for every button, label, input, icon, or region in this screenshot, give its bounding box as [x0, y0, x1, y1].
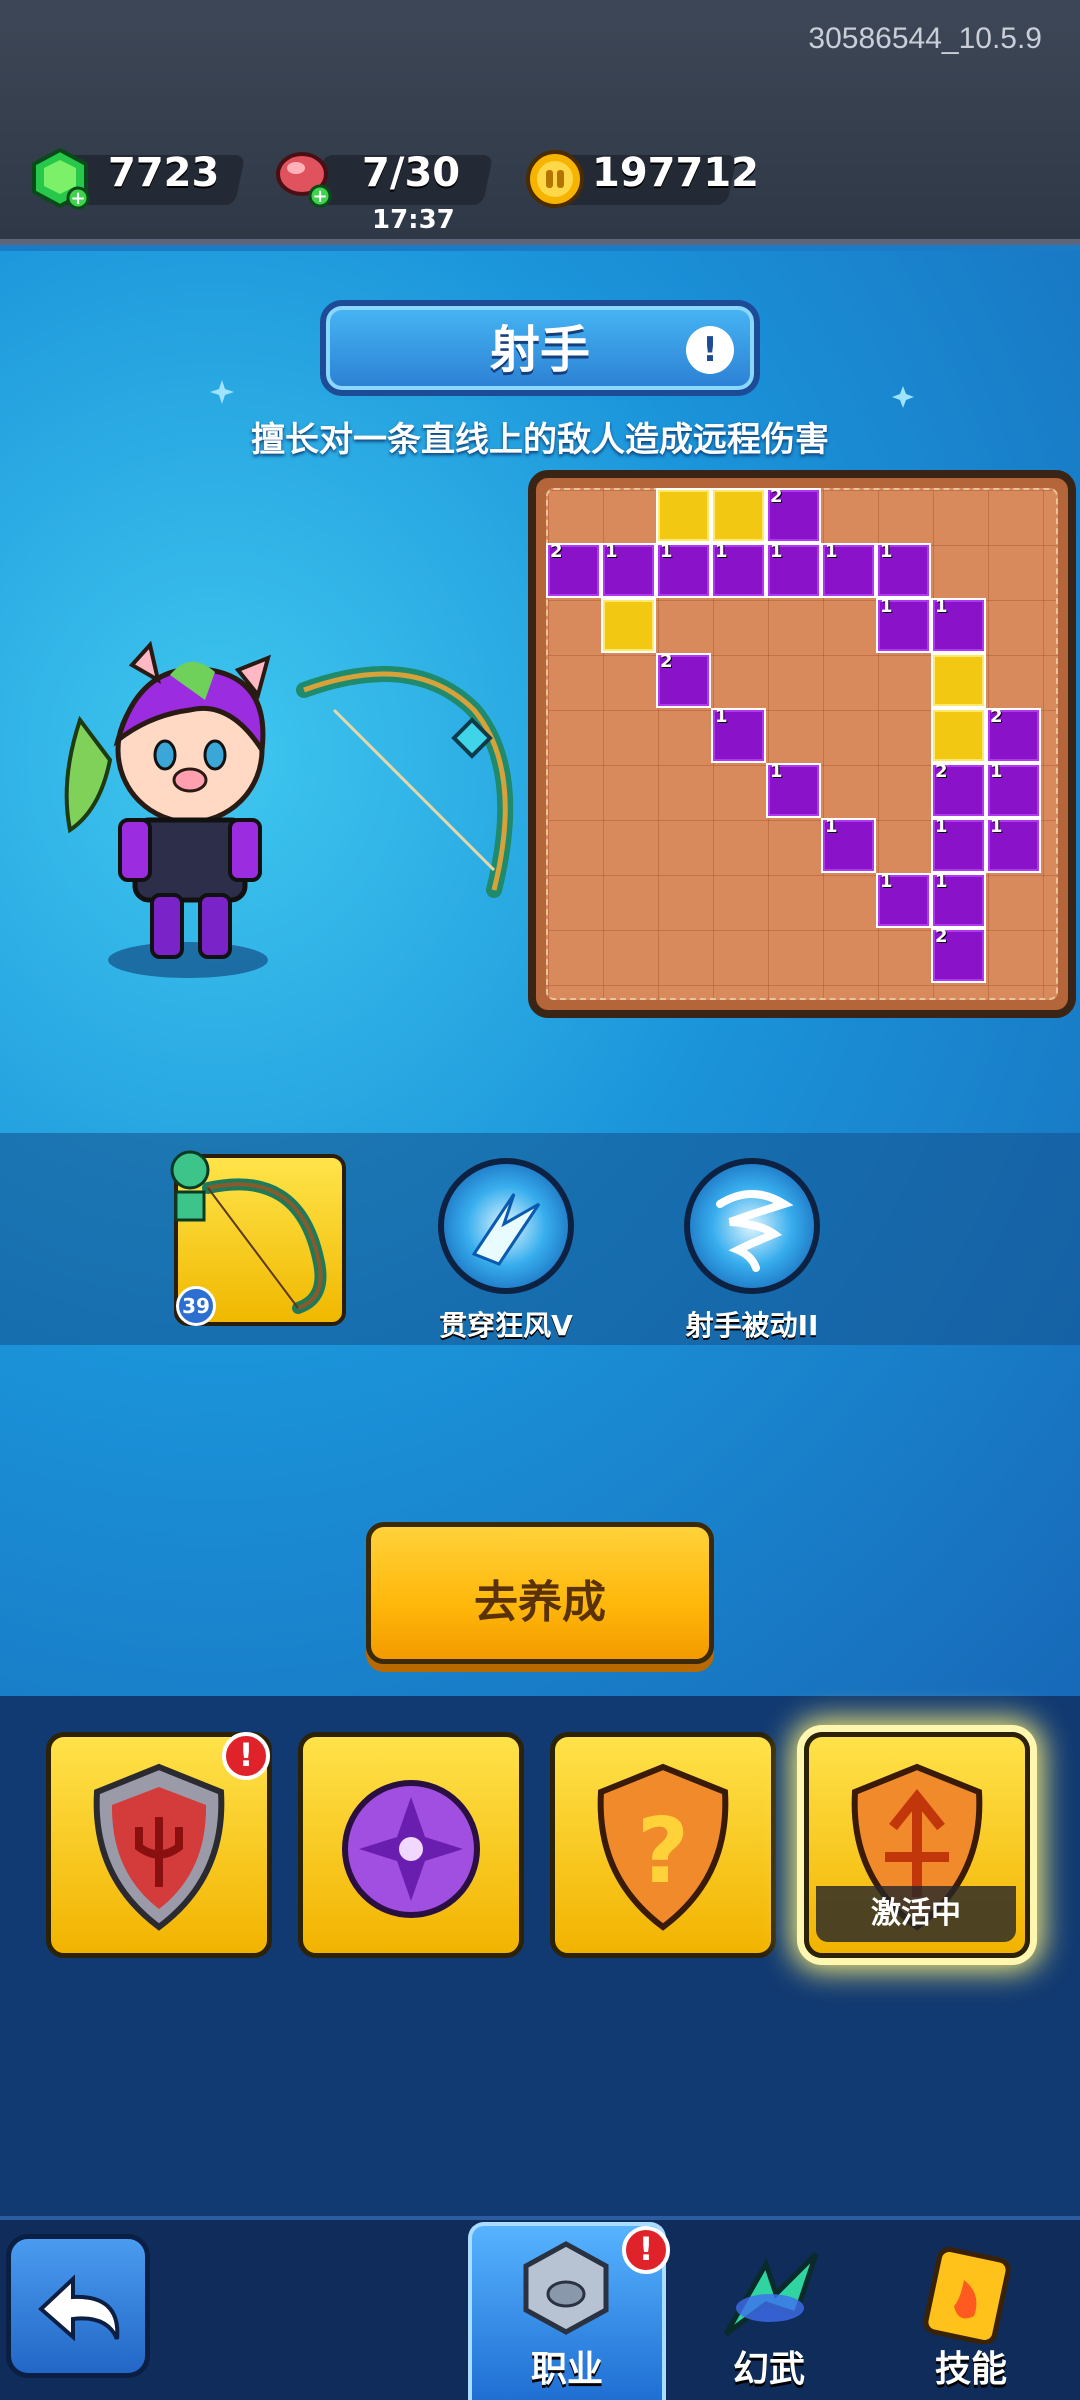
pattern-cell-purple: 1: [821, 541, 876, 598]
cell-number: 2: [935, 761, 948, 782]
back-arrow-icon: [38, 2274, 120, 2342]
tab-label[interactable]: 技能: [872, 2340, 1070, 2392]
pattern-cell-yellow: [601, 598, 656, 653]
gold-coin-icon: [526, 150, 584, 208]
cell-number: 1: [605, 541, 618, 562]
cell-number: 1: [880, 871, 893, 892]
energy-count: 7/30: [362, 150, 461, 196]
class-mage-card[interactable]: [298, 1732, 524, 1958]
purple-star-shield-icon: [342, 1780, 480, 1918]
pattern-cell-purple: 1: [931, 816, 986, 873]
pattern-cell-purple: 1: [766, 541, 821, 598]
pattern-cell-purple: 2: [931, 761, 986, 818]
cell-number: 2: [770, 486, 783, 507]
weapon-level: 39: [176, 1286, 216, 1326]
cell-number: 1: [715, 706, 728, 727]
pattern-cell-purple: 2: [546, 541, 601, 598]
back-button[interactable]: [6, 2234, 150, 2378]
cell-number: 1: [990, 816, 1003, 837]
pattern-cell-yellow: [711, 488, 766, 543]
tab-label[interactable]: 幻武: [670, 2340, 868, 2392]
tab-label: 职业: [530, 2349, 603, 2390]
pattern-cell-purple: 1: [986, 816, 1041, 873]
rank-badge-icon: [170, 1150, 210, 1222]
info-icon[interactable]: !: [686, 326, 734, 374]
cell-number: 1: [715, 541, 728, 562]
pattern-cell-purple: 1: [931, 596, 986, 653]
cell-number: 1: [660, 541, 673, 562]
skill-card-icon[interactable]: [912, 2244, 1022, 2344]
pattern-cell-purple: 1: [766, 761, 821, 818]
cell-number: 1: [880, 541, 893, 562]
svg-text:+: +: [70, 188, 85, 209]
cell-number: 1: [990, 761, 1003, 782]
bow-weapon: [296, 666, 514, 898]
pattern-cell-purple: 1: [711, 706, 766, 763]
pattern-cell-yellow: [656, 488, 711, 543]
class-description: 擅长对一条直线上的敌人造成远程伤害: [251, 420, 829, 460]
sparkle-icon: [892, 386, 914, 408]
pattern-cell-yellow: [931, 653, 986, 708]
coins-count: 197712: [592, 150, 759, 196]
cell-number: 1: [935, 596, 948, 617]
pattern-cell-purple: 2: [766, 486, 821, 543]
pattern-cell-yellow: [931, 708, 986, 763]
cell-number: 1: [935, 871, 948, 892]
pattern-cell-purple: 1: [601, 541, 656, 598]
cell-number: 1: [825, 816, 838, 837]
gems-count: 7723: [108, 150, 220, 196]
pattern-cell-purple: 2: [986, 706, 1041, 763]
energy-timer: 17:37: [372, 205, 455, 235]
class-locked-card[interactable]: ?: [550, 1732, 776, 1958]
cell-number: 2: [660, 651, 673, 672]
cell-number: 2: [990, 706, 1003, 727]
pattern-cell-purple: 1: [656, 541, 711, 598]
pattern-cell-purple: 1: [876, 596, 931, 653]
cell-number: 1: [880, 596, 893, 617]
fantasy-weapon-icon[interactable]: [706, 2244, 832, 2344]
piercing-wind-skill-icon[interactable]: [438, 1158, 574, 1294]
pattern-cell-purple: 1: [986, 761, 1041, 818]
pattern-cell-purple: 1: [876, 541, 931, 598]
svg-text:?: ?: [637, 1799, 689, 1904]
pattern-cell-purple: 1: [931, 871, 986, 928]
green-gem-icon[interactable]: +: [28, 146, 92, 210]
skill-label: 贯穿狂风V: [439, 1309, 573, 1342]
notification-badge: !: [222, 1732, 270, 1780]
meat-energy-icon[interactable]: +: [272, 146, 338, 210]
archer-character: [64, 640, 271, 978]
cell-number: 1: [770, 541, 783, 562]
upgrade-button-label: 去养成: [474, 1577, 606, 1628]
skill-label: 射手被动II: [685, 1309, 819, 1342]
pattern-cell-purple: 2: [656, 651, 711, 708]
cell-number: 2: [935, 926, 948, 947]
svg-text:+: +: [312, 186, 327, 207]
active-status-tag: 激活中: [816, 1886, 1016, 1942]
archer-passive-skill-icon[interactable]: [684, 1158, 820, 1294]
version-text: 30586544_10.5.9: [808, 22, 1042, 55]
notification-badge: !: [622, 2226, 670, 2274]
pattern-cell-purple: 2: [931, 926, 986, 983]
sparkle-icon: [210, 380, 234, 404]
cell-number: 1: [770, 761, 783, 782]
pattern-cell-purple: 1: [711, 541, 766, 598]
cell-number: 2: [550, 541, 563, 562]
cell-number: 1: [825, 541, 838, 562]
pattern-cell-purple: 1: [876, 871, 931, 928]
pattern-cell-purple: 1: [821, 816, 876, 873]
cell-number: 1: [935, 816, 948, 837]
pig-helmet-icon: [523, 2241, 609, 2335]
question-shield-icon: ?: [597, 1763, 729, 1931]
